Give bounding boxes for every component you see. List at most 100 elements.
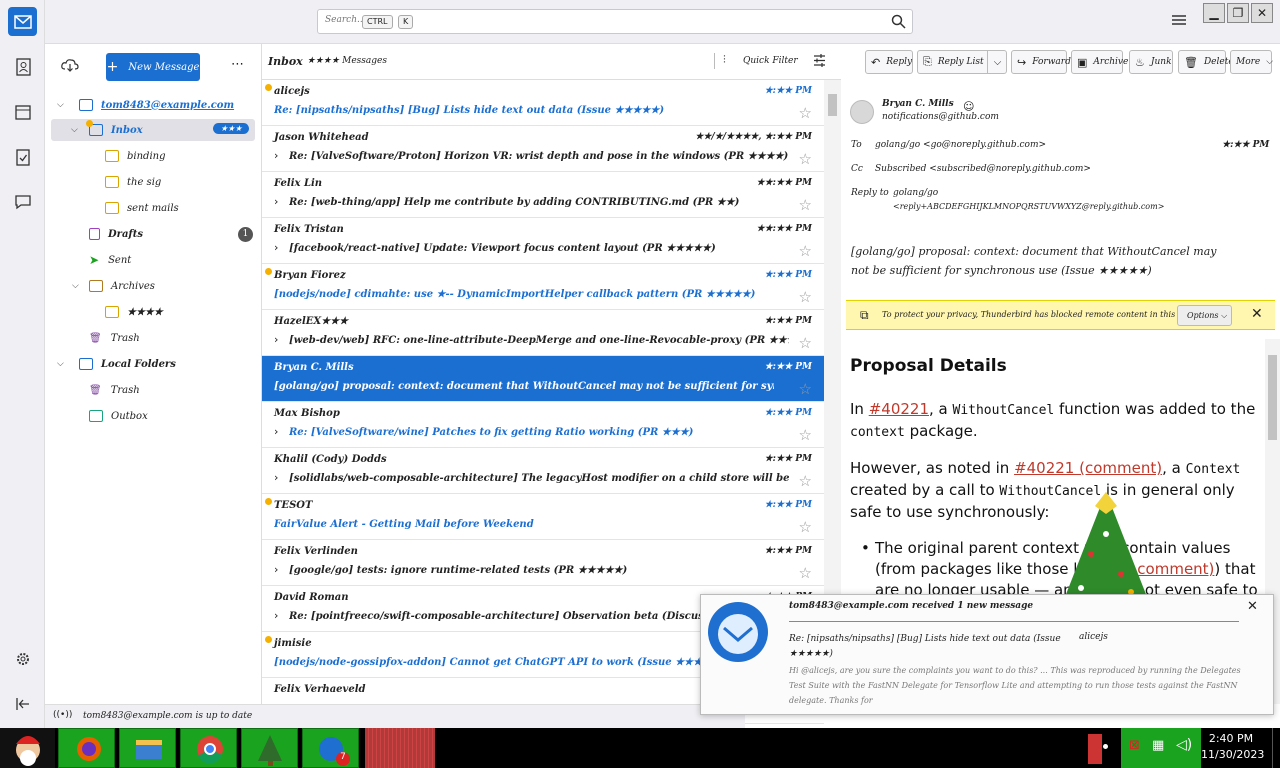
star-icon[interactable]: ☆ (799, 472, 812, 490)
star-icon[interactable]: ☆ (799, 380, 812, 398)
mail-space-icon[interactable] (8, 7, 37, 36)
message-row[interactable]: TESOT ★:★★ PM FairValue Alert - Getting Ma… (262, 494, 824, 540)
tasks-icon[interactable] (8, 142, 37, 171)
folder-binding[interactable]: binding (105, 145, 165, 167)
reply-list-dropdown-icon[interactable]: ⌵ (987, 50, 1007, 74)
message-row[interactable]: Felix Lin ★★:★★ PM › Re: [web-thing/app] He… (262, 172, 824, 218)
folder-sent-mails[interactable]: sent mails (105, 197, 179, 219)
header-button-junk[interactable]: ♨ Junk (1129, 50, 1173, 74)
message-row[interactable]: HazelEX★★★ ★:★★ PM › [web-dev/web] RFC: one… (262, 310, 824, 356)
calendar-icon[interactable] (8, 97, 37, 126)
header-button-more[interactable]: More ⌵ (1230, 50, 1273, 74)
settings-gear-icon[interactable] (8, 644, 37, 673)
notification-close-icon[interactable]: ✕ (1247, 599, 1258, 614)
network-icon[interactable]: ▦ (1152, 738, 1164, 753)
thread-chevron-icon[interactable]: › (274, 563, 278, 576)
reply-to-value[interactable]: golang/go (893, 188, 938, 198)
header-button-archive[interactable]: ▣ Archive (1071, 50, 1128, 74)
folder-drafts[interactable]: Drafts 1 (89, 223, 253, 245)
star-icon[interactable]: ☆ (799, 564, 812, 582)
quick-filter-button[interactable]: Quick Filter (743, 56, 798, 66)
cc-value[interactable]: Subscribed <subscribed@noreply.github.co… (875, 164, 1091, 174)
address-book-icon[interactable] (8, 52, 37, 81)
new-message-button[interactable]: + New Message (106, 53, 200, 81)
message-date: ★★/★/★★★★, ★:★★ PM (695, 132, 812, 142)
scroll-thumb[interactable] (828, 94, 837, 116)
message-row[interactable]: Jason Whitehead ★★/★/★★★★, ★:★★ PM › Re: [V… (262, 126, 824, 172)
message-row[interactable]: Felix Tristan ★★:★★ PM › [facebook/react-na… (262, 218, 824, 264)
close-window-button[interactable]: ✕ (1251, 3, 1273, 23)
outbox-icon (89, 410, 103, 422)
global-search-box[interactable]: Search... CTRL K (317, 9, 913, 34)
issue-link[interactable]: #40221 (869, 400, 929, 418)
reader-scroll-thumb[interactable] (1268, 355, 1277, 440)
message-row[interactable]: Bryan Fiorez ★:★★ PM [nodejs/node] cdimaht… (262, 264, 824, 310)
taskbar-empty-slot[interactable] (365, 728, 435, 768)
thread-chevron-icon[interactable]: › (274, 333, 278, 346)
system-tray[interactable]: ⊠ ▦ ◁) (1121, 728, 1201, 768)
header-button-delete[interactable]: 🗑 Delete (1178, 50, 1234, 74)
maximize-button[interactable]: ❐ (1227, 3, 1249, 23)
folder-inbox[interactable]: ⌵ Inbox ★★★ (51, 119, 255, 141)
message-row[interactable]: alicejs ★:★★ PM Re: [nipsaths/nipsaths] [B… (262, 80, 824, 126)
star-icon[interactable]: ☆ (799, 242, 812, 260)
account-row[interactable]: ⌵ tom8483@example.com (57, 94, 234, 116)
star-icon[interactable]: ☆ (799, 426, 812, 444)
to-value[interactable]: golang/go <go@noreply.github.com> (875, 140, 1046, 150)
online-status-icon[interactable]: ((•)) (53, 710, 72, 720)
start-button[interactable] (0, 728, 55, 768)
message-row[interactable]: Bryan C. Mills ★:★★ PM [golang/go] proposa… (262, 356, 824, 402)
local-folders-row[interactable]: ⌵ Local Folders (57, 353, 176, 375)
taskbar-thunderbird[interactable]: 7 (302, 728, 359, 768)
folder-pane-menu-icon[interactable]: ⋯ (231, 57, 244, 72)
sender-name[interactable]: Bryan C. Mills (882, 99, 954, 109)
chat-icon[interactable] (8, 187, 37, 216)
thread-chevron-icon[interactable]: › (274, 471, 278, 484)
folder-trash[interactable]: 🗑 Trash (89, 327, 140, 349)
comment-link[interactable]: #40221 (comment) (1014, 459, 1162, 477)
star-icon[interactable]: ☆ (799, 196, 812, 214)
thread-chevron-icon[interactable]: › (274, 609, 278, 622)
folder-archive-year[interactable]: ★★★★ (105, 301, 163, 323)
header-button-reply[interactable]: ↶ Reply (865, 50, 913, 74)
thread-chevron-icon[interactable]: › (274, 195, 278, 208)
star-icon[interactable]: ☆ (799, 334, 812, 352)
contact-icon[interactable]: ☺ (963, 100, 974, 113)
header-button-forward[interactable]: ↪ Forward (1011, 50, 1071, 74)
star-icon[interactable]: ☆ (799, 518, 812, 536)
show-desktop-button[interactable] (1272, 728, 1280, 768)
notice-close-icon[interactable]: ✕ (1251, 306, 1263, 322)
folder-sent[interactable]: ➤ Sent (89, 249, 131, 271)
taskbar-firefox[interactable] (58, 728, 115, 768)
taskbar-app-tree[interactable] (241, 728, 298, 768)
thread-chevron-icon[interactable]: › (274, 241, 278, 254)
security-alert-icon[interactable]: ⊠ (1129, 738, 1140, 753)
message-row[interactable]: Khalil (Cody) Dodds ★:★★ PM › [solidlabs/we… (262, 448, 824, 494)
thread-chevron-icon[interactable]: › (274, 149, 278, 162)
reply-to-address[interactable]: <reply+ABCDEFGHIJKLMNOPQRSTUVWXYZ@reply.… (893, 202, 1164, 211)
taskbar-chrome[interactable] (180, 728, 237, 768)
thread-chevron-icon[interactable]: › (274, 425, 278, 438)
folder-archives[interactable]: ⌵ Archives (72, 275, 155, 297)
list-display-options-icon[interactable] (813, 54, 826, 67)
new-mail-notification[interactable]: tom8483@example.com received 1 new messa… (700, 594, 1274, 715)
folder-local-trash[interactable]: 🗑 Trash (89, 379, 140, 401)
app-menu-icon[interactable] (1172, 14, 1186, 26)
taskbar-file-explorer[interactable] (119, 728, 176, 768)
star-icon[interactable]: ☆ (799, 104, 812, 122)
tray-flag-icon[interactable] (1088, 734, 1102, 764)
notice-options-button[interactable]: Options ⌵ (1177, 305, 1232, 326)
star-icon[interactable]: ☆ (799, 288, 812, 306)
message-row[interactable]: Max Bishop ★:★★ PM › Re: [ValveSoftware/win… (262, 402, 824, 448)
clock[interactable]: 2:40 PM 11/30/2023 (1201, 731, 1264, 763)
search-icon[interactable] (891, 14, 906, 29)
folder-outbox[interactable]: Outbox (89, 405, 148, 427)
message-row[interactable]: Felix Verlinden ★:★★ PM › [google/go] tests… (262, 540, 824, 586)
get-messages-icon[interactable] (61, 58, 79, 72)
folder-the-sig[interactable]: the sig (105, 171, 161, 193)
search-placeholder: Search... (325, 15, 366, 25)
volume-icon[interactable]: ◁) (1176, 737, 1192, 753)
star-icon[interactable]: ☆ (799, 150, 812, 168)
collapse-spaces-icon[interactable] (8, 689, 37, 718)
minimize-button[interactable]: ▁ (1203, 3, 1225, 23)
